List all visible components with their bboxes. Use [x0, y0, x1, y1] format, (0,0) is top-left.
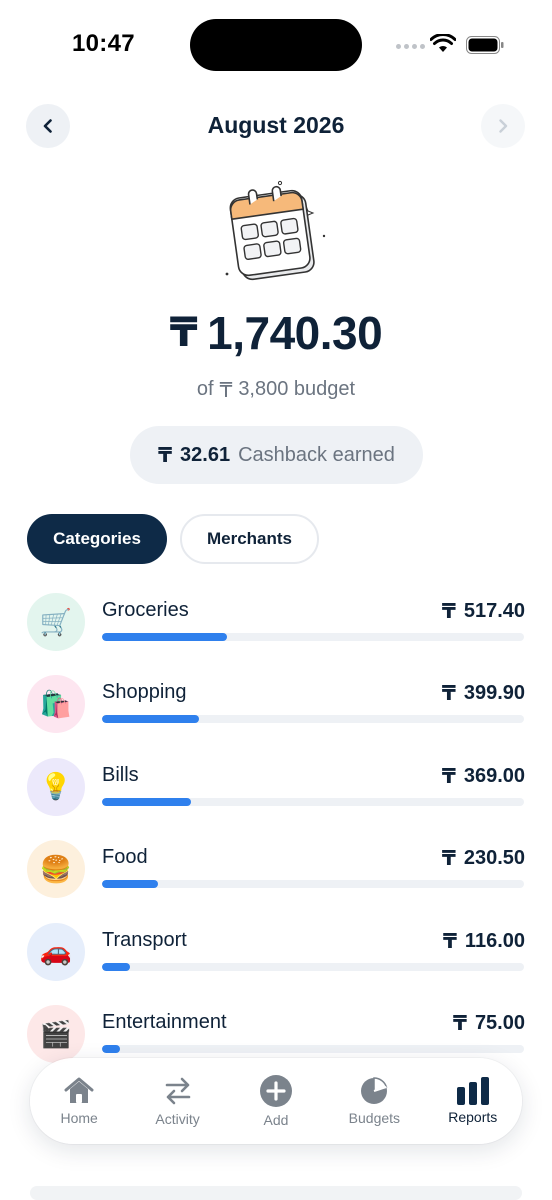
tab-add-label: Add [263, 1112, 289, 1128]
category-amount: ₸ 230.50 [442, 846, 525, 871]
category-name: Groceries [102, 599, 189, 621]
home-icon [64, 1077, 94, 1103]
next-month-button[interactable] [481, 104, 525, 148]
calendar-icon [225, 180, 326, 281]
category-progress-fill [102, 1045, 121, 1053]
category-progress-fill [102, 962, 131, 971]
currency-symbol: ₸ [443, 930, 457, 953]
bills-icon: 💡 [27, 757, 85, 816]
category-progress-bar [102, 797, 524, 806]
total-amount: 1,740.30 [207, 307, 383, 359]
category-amount: ₸ 116.00 [443, 929, 525, 954]
category-row-transport[interactable]: 🚗 Transport ₸ 116.00 [27, 922, 525, 989]
category-row-groceries[interactable]: 🛒 Groceries ₸ 517.40 [27, 593, 525, 659]
home-indicator [30, 1186, 522, 1200]
food-icon: 🍔 [27, 840, 85, 899]
currency-symbol: ₸ [158, 444, 173, 467]
amount-value: 116.00 [464, 929, 525, 952]
tab-home[interactable]: Home [34, 1066, 124, 1136]
tab-reports[interactable]: Reports [428, 1066, 518, 1136]
cashback-amount: 32.61 [180, 443, 231, 466]
tab-merchants[interactable]: Merchants [180, 514, 319, 564]
category-row-shopping[interactable]: 🛍️ Shopping ₸ 399.90 [27, 675, 525, 741]
currency-symbol: ₸ [441, 848, 456, 871]
category-amount: ₸ 369.00 [442, 764, 525, 789]
category-progress-fill [102, 880, 158, 889]
wifi-icon [430, 34, 456, 52]
total-spent: ₸ 1,740.30 [0, 306, 552, 360]
category-name: Bills [102, 763, 139, 786]
category-progress-bar [102, 1045, 524, 1053]
category-amount: ₸ 75.00 [453, 1011, 525, 1036]
amount-value: 517.40 [463, 600, 525, 622]
budget-value: 3,800 budget [238, 378, 356, 400]
category-progress-fill [102, 633, 228, 641]
tab-activity[interactable]: Activity [133, 1066, 223, 1136]
tab-add[interactable]: Add [231, 1066, 321, 1136]
category-name: Food [102, 846, 148, 869]
cashback-pill[interactable]: ₸ 32.61 Cashback earned [130, 426, 423, 484]
category-progress-bar [102, 962, 524, 971]
currency-symbol: ₸ [441, 683, 456, 706]
tab-categories[interactable]: Categories [27, 514, 167, 564]
arrows-swap-icon [165, 1077, 190, 1105]
cashback-label: Cashback earned [238, 443, 395, 466]
category-progress-bar [102, 633, 524, 641]
app-screen: 10:47 August 2026 ₸ 1,740.30 of ₸ 3,800 … [0, 0, 552, 1200]
currency-symbol: ₸ [441, 765, 456, 788]
amount-value: 230.50 [463, 847, 525, 870]
bar-chart-icon [456, 1077, 489, 1105]
tab-bar: Home Activity Add Budgets Reports [30, 1058, 522, 1144]
category-progress-fill [102, 797, 192, 806]
currency-symbol: ₸ [169, 311, 198, 355]
groceries-icon: 🛒 [27, 593, 85, 651]
currency-symbol: ₸ [441, 601, 456, 623]
category-progress-bar [102, 880, 524, 889]
category-amount: ₸ 399.90 [442, 681, 525, 706]
tab-activity-label: Activity [155, 1111, 200, 1127]
status-time: 10:47 [72, 30, 135, 57]
category-name: Shopping [102, 681, 187, 704]
status-bar: 10:47 [0, 0, 552, 90]
dynamic-island [190, 19, 362, 71]
month-title: August 2026 [207, 112, 345, 138]
budget-line: of ₸ 3,800 budget [0, 378, 552, 403]
category-row-bills[interactable]: 💡 Bills ₸ 369.00 [27, 757, 525, 824]
chevron-right-icon [499, 119, 508, 133]
category-name: Entertainment [102, 1011, 227, 1033]
tab-home-label: Home [60, 1110, 98, 1126]
category-row-food[interactable]: 🍔 Food ₸ 230.50 [27, 840, 525, 906]
amount-value: 75.00 [474, 1012, 525, 1034]
shopping-icon: 🛍️ [27, 675, 85, 734]
category-progress-fill [102, 715, 200, 724]
plus-circle-icon [259, 1075, 292, 1107]
budget-prefix: of [196, 378, 214, 400]
amount-value: 369.00 [463, 764, 525, 787]
category-amount: ₸ 517.40 [442, 599, 525, 624]
amount-value: 399.90 [463, 682, 525, 705]
category-progress-bar [102, 715, 524, 724]
entertainment-icon: 🎬 [27, 1005, 85, 1063]
tab-budgets-label: Budgets [348, 1110, 401, 1126]
tab-reports-label: Reports [448, 1109, 498, 1125]
currency-symbol: ₸ [453, 1013, 467, 1035]
tab-budgets[interactable]: Budgets [329, 1066, 419, 1136]
signal-icon [396, 44, 425, 49]
battery-icon [466, 36, 504, 54]
category-name: Transport [102, 928, 187, 951]
transport-icon: 🚗 [27, 922, 85, 981]
pie-chart-icon [361, 1077, 388, 1104]
currency-symbol: ₸ [219, 380, 233, 402]
